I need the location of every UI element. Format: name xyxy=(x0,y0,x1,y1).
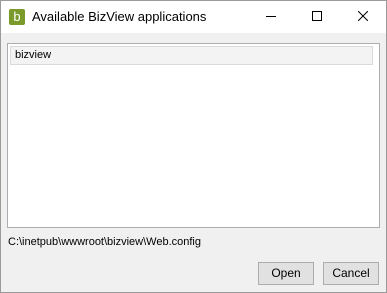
close-icon xyxy=(358,11,368,21)
dialog-window: b Available BizView applications bizview… xyxy=(0,0,387,293)
config-path-label: C:\inetpub\wwwroot\bizview\Web.config xyxy=(8,236,201,248)
maximize-icon xyxy=(312,11,322,21)
minimize-icon xyxy=(266,16,276,17)
list-item-bizview[interactable]: bizview xyxy=(10,46,373,65)
applications-list[interactable]: bizview xyxy=(7,43,380,228)
title-bar[interactable]: b Available BizView applications xyxy=(1,1,386,33)
minimize-button[interactable] xyxy=(248,1,294,32)
close-button[interactable] xyxy=(340,1,386,32)
app-icon: b xyxy=(9,9,25,25)
maximize-button[interactable] xyxy=(294,1,340,32)
open-button[interactable]: Open xyxy=(258,262,314,285)
app-icon-letter: b xyxy=(13,9,21,24)
window-title: Available BizView applications xyxy=(32,9,207,24)
cancel-button[interactable]: Cancel xyxy=(323,262,379,285)
list-item-label: bizview xyxy=(15,49,52,61)
